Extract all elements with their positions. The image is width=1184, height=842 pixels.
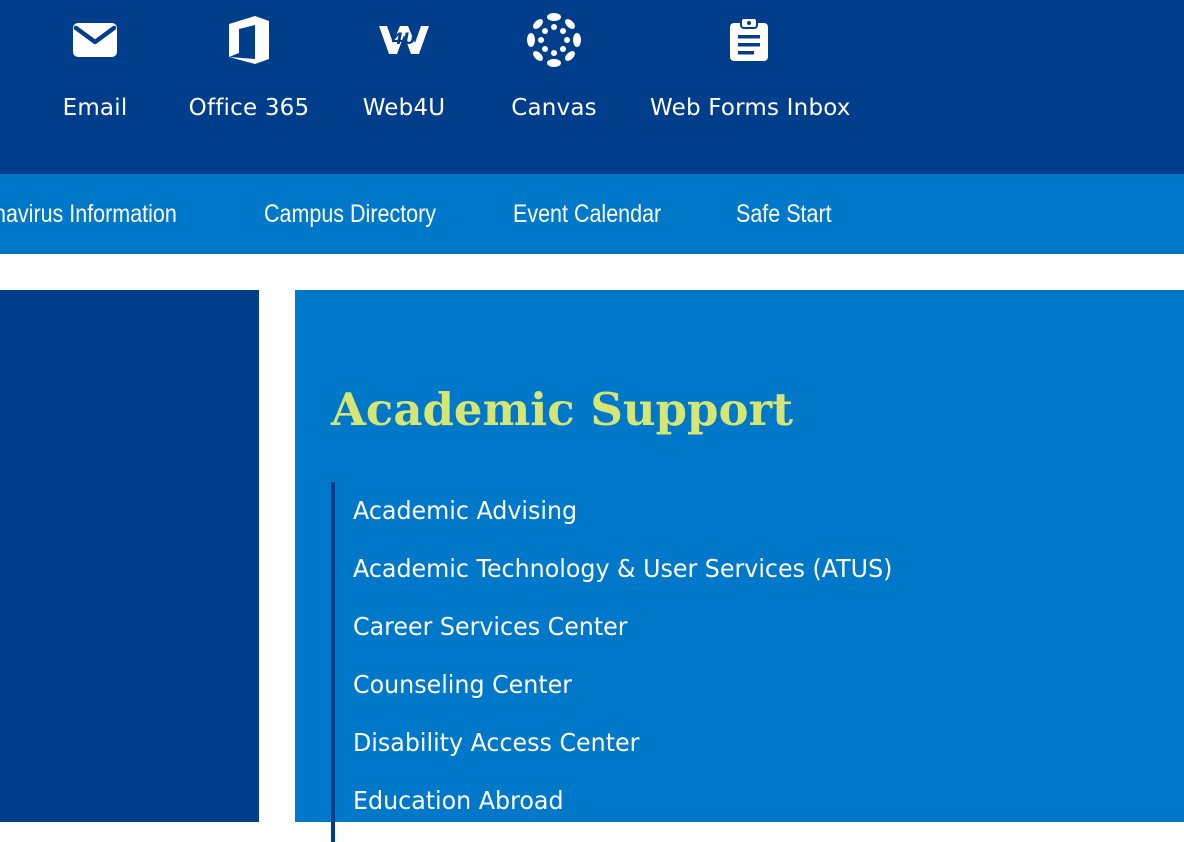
atus-link[interactable]: Academic Technology & User Services (ATU… bbox=[335, 540, 1155, 598]
link-label: Disability Access Center bbox=[353, 728, 640, 757]
link-label: Education Abroad bbox=[353, 786, 564, 815]
link-label: Counseling Center bbox=[353, 670, 573, 699]
link-label: Academic Advising bbox=[353, 496, 578, 525]
event-calendar-link[interactable]: Event Calendar bbox=[513, 174, 661, 254]
office-icon bbox=[221, 12, 277, 68]
office-365-label: Office 365 bbox=[188, 95, 310, 121]
web-forms-inbox-label: Web Forms Inbox bbox=[650, 95, 851, 121]
top-tools-bar: Email Office 365 4U Web4U Canvas Web For… bbox=[0, 0, 1184, 174]
svg-text:4U: 4U bbox=[391, 29, 416, 48]
left-panel bbox=[0, 290, 259, 822]
coronavirus-information-link[interactable]: navirus Information bbox=[0, 174, 177, 254]
email-link[interactable]: Email bbox=[50, 0, 140, 174]
academic-support-panel: Academic Support Academic Advising Acade… bbox=[295, 290, 1184, 842]
web4u-icon: 4U bbox=[376, 12, 432, 68]
campus-directory-link[interactable]: Campus Directory bbox=[264, 174, 436, 254]
canvas-link[interactable]: Canvas bbox=[504, 0, 604, 174]
quick-links-nav: navirus Information Campus Directory Eve… bbox=[0, 174, 1184, 254]
clipboard-icon bbox=[721, 12, 777, 68]
safe-start-link[interactable]: Safe Start bbox=[736, 174, 832, 254]
education-abroad-link[interactable]: Education Abroad bbox=[335, 772, 1155, 830]
disability-access-center-link[interactable]: Disability Access Center bbox=[335, 714, 1155, 772]
link-label: Career Services Center bbox=[353, 612, 628, 641]
web-forms-inbox-link[interactable]: Web Forms Inbox bbox=[650, 0, 851, 174]
canvas-icon bbox=[526, 12, 582, 68]
canvas-label: Canvas bbox=[511, 95, 597, 121]
web4u-link[interactable]: 4U Web4U bbox=[356, 0, 452, 174]
email-label: Email bbox=[62, 95, 128, 121]
counseling-center-link[interactable]: Counseling Center bbox=[335, 656, 1155, 714]
envelope-icon bbox=[67, 12, 123, 68]
academic-advising-link[interactable]: Academic Advising bbox=[335, 482, 1155, 540]
web4u-label: Web4U bbox=[362, 95, 446, 121]
link-label: Academic Technology & User Services (ATU… bbox=[353, 554, 893, 583]
academic-support-links: Academic Advising Academic Technology & … bbox=[331, 482, 1155, 842]
office-365-link[interactable]: Office 365 bbox=[186, 0, 312, 174]
section-title: Academic Support bbox=[331, 383, 793, 436]
career-services-center-link[interactable]: Career Services Center bbox=[335, 598, 1155, 656]
